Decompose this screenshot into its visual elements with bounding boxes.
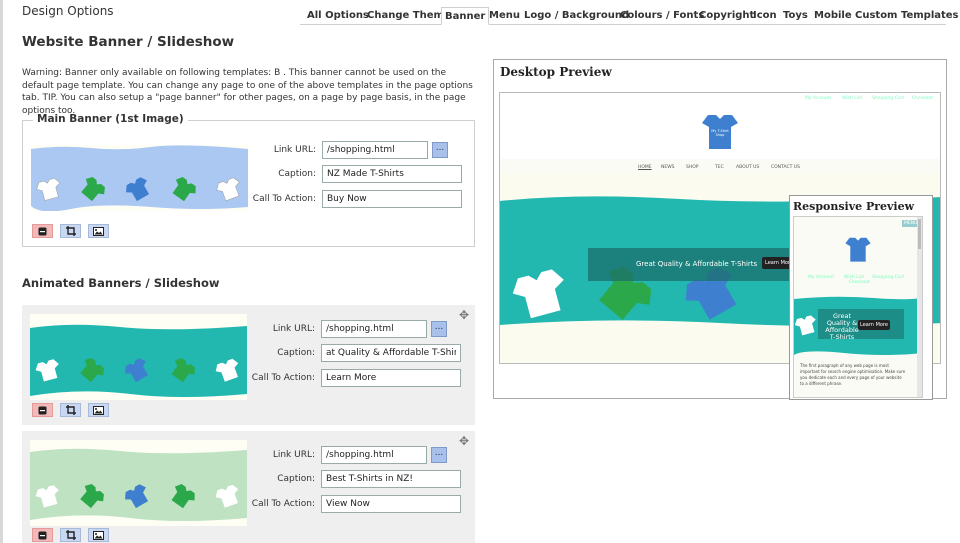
link-url-label: Link URL: (272, 324, 315, 334)
image-button[interactable] (88, 224, 109, 238)
top-link: Shopping Cart (872, 275, 905, 280)
nav-item: NEWS (661, 165, 675, 170)
tab-bar: All Options Change Theme Banner Menu Log… (300, 7, 959, 25)
caption-label: Caption: (277, 474, 315, 484)
tab-copyright[interactable]: Copyright (699, 10, 754, 21)
main-banner-legend: Main Banner (1st Image) (33, 113, 188, 125)
link-url-input[interactable] (322, 141, 428, 159)
top-link: Checkout (849, 280, 871, 285)
minus-icon (38, 531, 47, 539)
image-icon (93, 226, 104, 236)
link-picker-button[interactable]: ... (431, 321, 447, 337)
scrollbar[interactable] (917, 217, 922, 397)
app-title: Design Options (22, 4, 114, 18)
left-border (0, 0, 3, 543)
image-button[interactable] (88, 528, 109, 542)
caption-input[interactable] (322, 165, 462, 183)
link-picker-button[interactable]: ... (431, 447, 447, 463)
crop-button[interactable] (60, 224, 81, 238)
call-to-action-input[interactable] (321, 369, 461, 387)
banner-caption: Great Quality & Affordable T-Shirts (825, 312, 859, 341)
nav-item: ABOUT US (736, 165, 760, 170)
crop-icon (65, 405, 76, 415)
minus-icon (38, 227, 47, 235)
responsive-preview-screen: MENU My Account Wish List Shopping Cart … (793, 216, 923, 398)
nav-item: SHOP (686, 165, 699, 170)
tab-icon[interactable]: Icon (753, 10, 777, 21)
image-icon (93, 530, 104, 540)
caption-input[interactable] (321, 344, 461, 362)
page-title: Website Banner / Slideshow (22, 34, 235, 50)
slide-thumbnail[interactable] (30, 440, 247, 526)
tab-all-options[interactable]: All Options (307, 10, 369, 21)
crop-icon (65, 226, 76, 236)
responsive-preview: Responsive Preview MENU My Account Wish … (789, 195, 933, 400)
link-url-input[interactable] (321, 320, 427, 338)
link-url-label: Link URL: (273, 145, 316, 155)
body-text: The first paragraph of any web page is m… (800, 363, 906, 386)
tab-colours-fonts[interactable]: Colours / Fonts (620, 10, 704, 21)
tab-toys[interactable]: Toys (783, 10, 808, 21)
slide-item: ✥ Link URL: ... Caption: Call To Action: (22, 431, 475, 543)
nav-item: CONTACT US (771, 165, 800, 170)
responsive-preview-title: Responsive Preview (793, 200, 915, 213)
tab-banner[interactable]: Banner (441, 7, 490, 25)
tab-logo-background[interactable]: Logo / Background (524, 10, 629, 21)
slide-thumbnail[interactable] (30, 314, 247, 400)
move-icon[interactable]: ✥ (459, 434, 469, 448)
top-link: My Account (805, 96, 832, 101)
crop-button[interactable] (60, 403, 81, 417)
desktop-preview-title: Desktop Preview (500, 65, 612, 79)
call-to-action-input[interactable] (322, 190, 462, 208)
tab-custom-templates[interactable]: Custom Templates (855, 10, 959, 21)
banner-cta-button: Learn More (858, 320, 890, 330)
caption-input[interactable] (321, 470, 461, 488)
banner-caption: Great Quality & Affordable T-Shirts (636, 260, 758, 268)
top-link: Wish List (842, 96, 863, 101)
crop-button[interactable] (60, 528, 81, 542)
remove-button[interactable] (32, 403, 53, 417)
nav-item: HOME (638, 165, 652, 170)
logo: My T-Shirt Shop (702, 111, 738, 151)
nav-item: TEC (715, 165, 724, 170)
image-button[interactable] (88, 403, 109, 417)
top-link: My Account (808, 275, 835, 280)
slide-item: ✥ Link URL: ... Caption: Call To Action: (22, 305, 475, 425)
caption-label: Caption: (278, 169, 316, 179)
tab-mobile[interactable]: Mobile (814, 10, 852, 21)
call-to-action-label: Call To Action: (251, 373, 315, 383)
crop-icon (65, 530, 76, 540)
link-url-input[interactable] (321, 446, 427, 464)
move-icon[interactable]: ✥ (459, 308, 469, 322)
call-to-action-input[interactable] (321, 495, 461, 513)
warning-text: Warning: Banner only available on follow… (22, 68, 473, 116)
image-icon (93, 405, 104, 415)
remove-button[interactable] (32, 528, 53, 542)
main-banner-thumbnail[interactable] (31, 145, 248, 211)
top-link: Checkout (912, 96, 934, 101)
caption-label: Caption: (277, 348, 315, 358)
call-to-action-label: Call To Action: (252, 194, 316, 204)
top-link: Shopping Cart (872, 96, 905, 101)
link-url-label: Link URL: (272, 450, 315, 460)
main-banner-section: Main Banner (1st Image) Link URL: ... Ca… (22, 113, 475, 247)
tab-menu[interactable]: Menu (489, 10, 520, 21)
animated-section-title: Animated Banners / Slideshow (22, 276, 220, 290)
remove-button[interactable] (32, 224, 53, 238)
minus-icon (38, 406, 47, 414)
tab-change-theme[interactable]: Change Theme (367, 10, 451, 21)
link-picker-button[interactable]: ... (432, 142, 448, 158)
call-to-action-label: Call To Action: (251, 499, 315, 509)
